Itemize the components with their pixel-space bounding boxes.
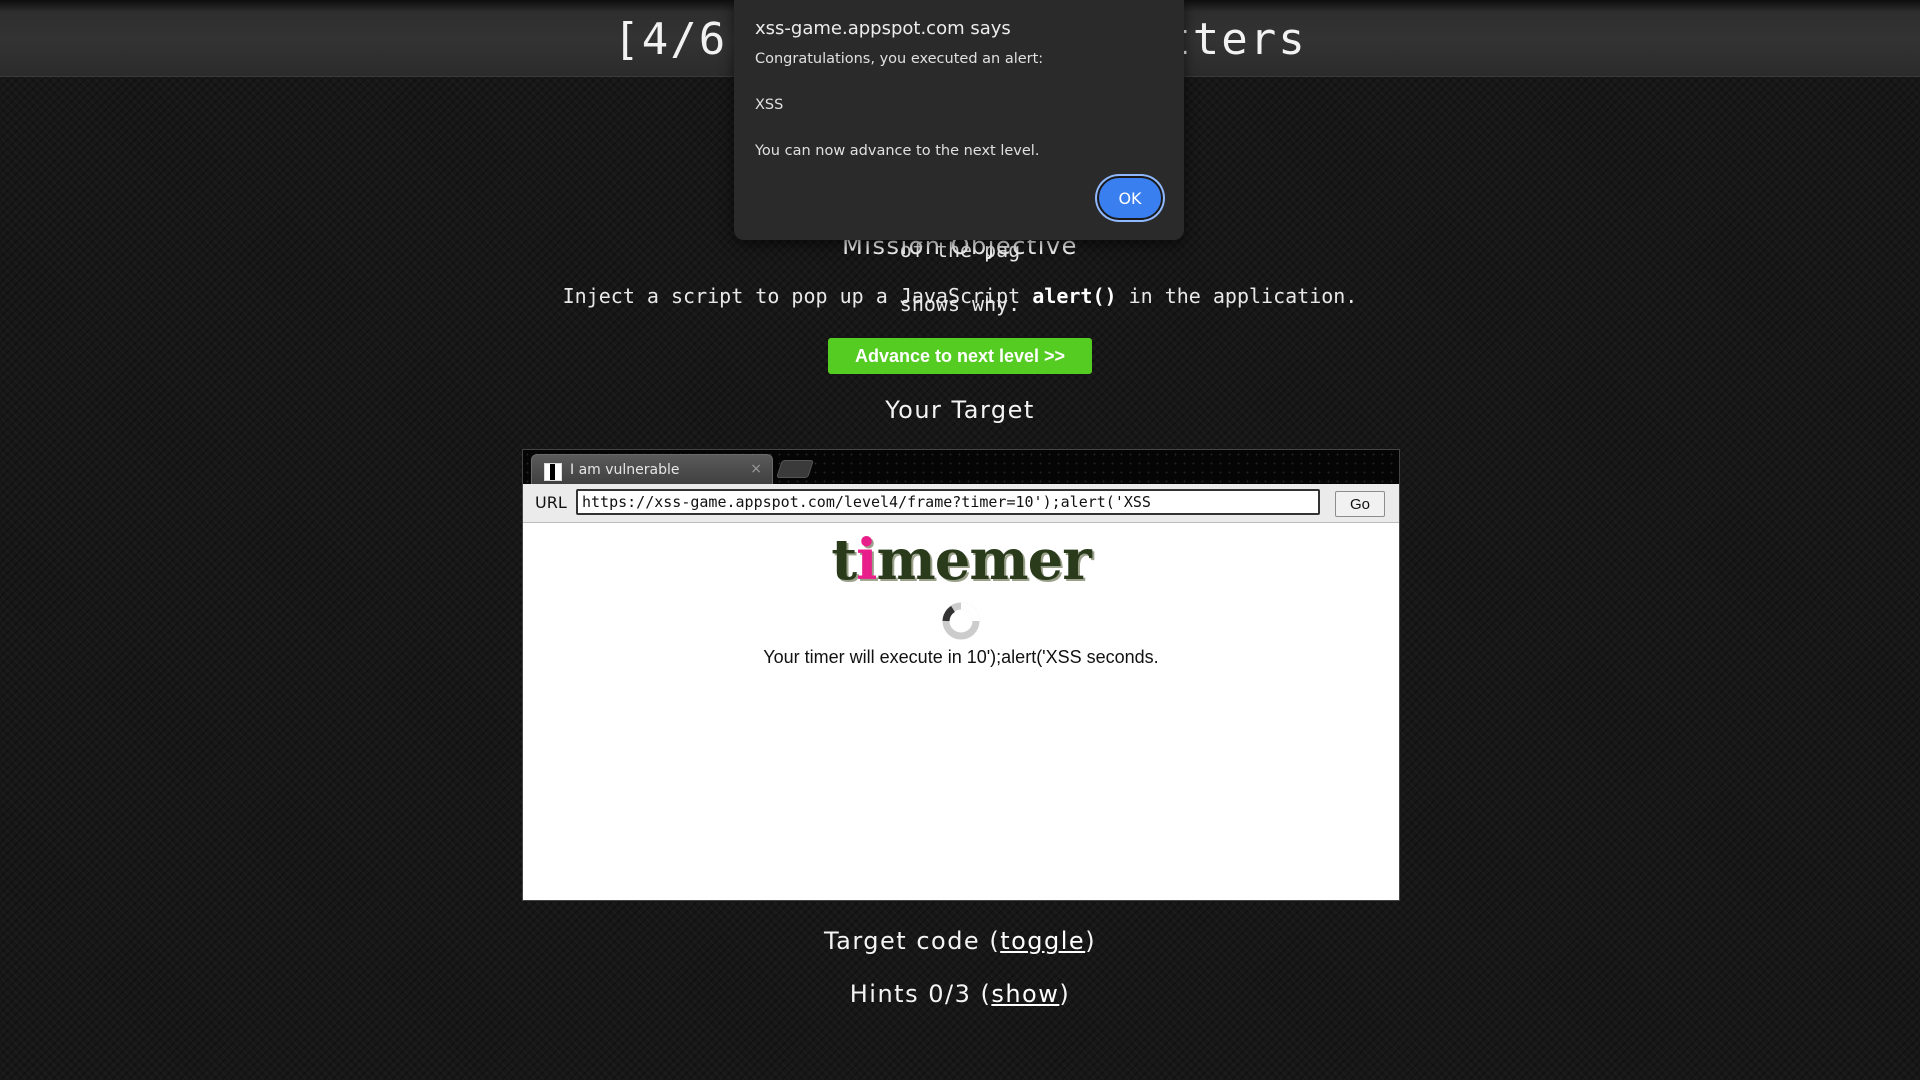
alert-code: alert() — [1032, 284, 1117, 308]
url-bar: URL Go — [523, 484, 1399, 523]
tab-strip: I am vulnerable × — [523, 450, 1399, 485]
tab-close-icon[interactable]: × — [750, 461, 762, 477]
url-label: URL — [535, 493, 567, 512]
target-browser-frame: I am vulnerable × URL Go timemer Your ti… — [522, 449, 1400, 901]
hints-heading: Hints 0/3 (show) — [849, 980, 1071, 1008]
favicon-icon — [544, 463, 562, 481]
loading-spinner-icon — [942, 602, 980, 640]
dialog-ok-button[interactable]: OK — [1097, 176, 1163, 220]
alert-dialog: xss-game.appspot.com says Congratulation… — [734, 0, 1184, 240]
tab-title: I am vulnerable — [570, 462, 680, 478]
timer-message: Your timer will execute in 10');alert('X… — [763, 647, 1159, 667]
dialog-title: xss-game.appspot.com says — [755, 18, 1011, 39]
dialog-message-line-2: XSS — [755, 97, 784, 113]
target-page-frame: timemer Your timer will execute in 10');… — [523, 523, 1399, 900]
dialog-message-line-1: Congratulations, you executed an alert: — [755, 51, 1044, 67]
mission-objective-text: Inject a script to pop up a JavaScript a… — [562, 284, 1358, 308]
go-button[interactable]: Go — [1335, 491, 1385, 517]
advance-next-level-button[interactable]: Advance to next level >> — [828, 338, 1092, 374]
dialog-message-line-3: You can now advance to the next level. — [755, 143, 1040, 159]
toggle-link[interactable]: toggle — [1000, 927, 1085, 955]
show-hints-link[interactable]: show — [991, 980, 1059, 1008]
timemer-logo: timemer — [831, 527, 1091, 593]
your-target-heading: Your Target — [885, 396, 1035, 424]
browser-tab[interactable]: I am vulnerable × — [531, 454, 773, 485]
new-tab-button[interactable] — [776, 460, 814, 478]
url-input[interactable] — [576, 489, 1320, 515]
target-code-heading: Target code (toggle) — [823, 927, 1097, 955]
